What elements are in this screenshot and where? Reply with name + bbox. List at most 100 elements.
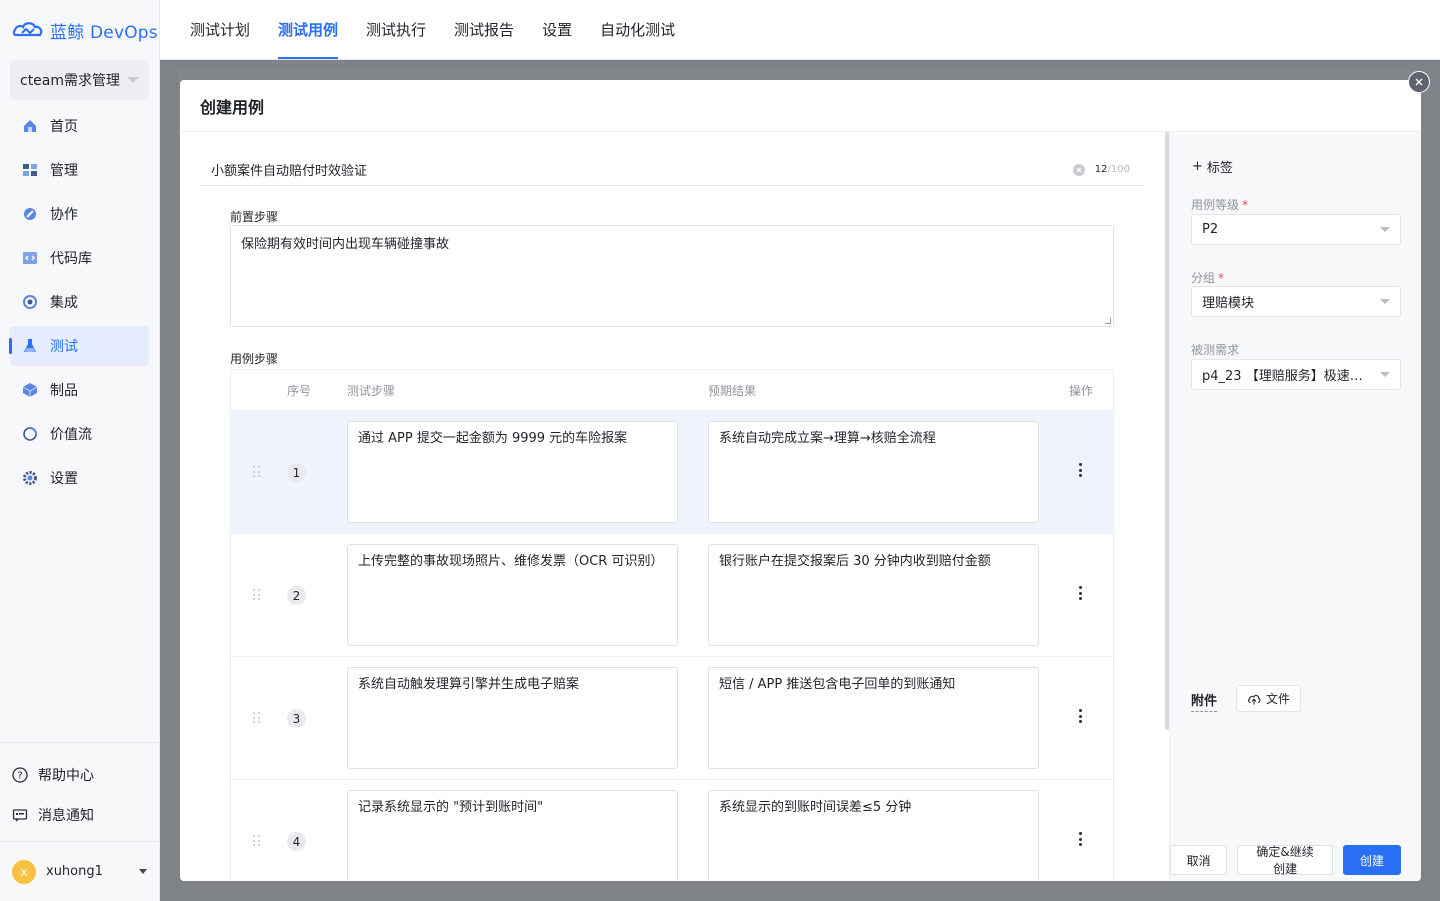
resize-handle[interactable] [1105,318,1111,324]
caret-down-icon [139,869,147,874]
sidebar-item-label: 集成 [50,295,78,311]
tab-test-cases[interactable]: 测试用例 [264,0,352,59]
char-counter: 12/100 [1095,164,1130,175]
steps-table: 序号 测试步骤 预期结果 操作 1 通过 APP 提交一起金额为 9999 元的… [230,369,1114,881]
sidebar-item-label: 制品 [50,383,78,399]
sidebar-item-collaborate[interactable]: 协作 [10,194,149,234]
clear-icon[interactable] [1072,163,1085,176]
modal-form: 小额案件自动赔付时效验证 12/100 前置步骤 保险期有效时间内出现车辆碰撞事… [180,132,1166,881]
level-select[interactable]: P2 [1191,214,1401,245]
brand-logo[interactable]: 蓝鲸 DevOps [0,0,159,60]
create-case-modal: 创建用例 小额案件自动赔付时效验证 12/100 前置步骤 保险期有效时间内出现… [180,80,1421,881]
sidebar-item-code-repo[interactable]: 代码库 [10,238,149,278]
create-button[interactable]: 创建 [1342,845,1401,875]
expected-input[interactable]: 系统显示的到账时间误差≤5 分钟 [708,790,1039,881]
column-step: 测试步骤 [347,383,396,398]
close-icon [1415,78,1423,86]
svg-text:?: ? [17,771,22,782]
requirement-select[interactable]: p4_23 【理赔服务】极速赔… [1191,359,1401,390]
drag-handle-icon[interactable] [253,466,261,478]
gear-icon [23,471,37,485]
notifications-label: 消息通知 [38,808,94,824]
step-input[interactable]: 通过 APP 提交一起金额为 9999 元的车险报案 [347,421,678,523]
drag-handle-icon[interactable] [253,835,261,847]
requirement-label: 被测需求 [1191,343,1240,357]
step-input[interactable]: 上传完整的事故现场照片、维修发票（OCR 可识别） [347,544,678,646]
sidebar-footer: ? 帮助中心 消息通知 x xuhong1 [0,742,159,901]
cloud-upload-icon [1248,694,1261,704]
help-center-label: 帮助中心 [38,768,94,784]
more-actions-icon[interactable] [1077,832,1083,846]
chevron-down-icon [1380,299,1390,304]
sidebar-item-home[interactable]: 首页 [10,106,149,146]
top-tabs: 测试计划 测试用例 测试执行 测试报告 设置 自动化测试 [160,0,1440,60]
sidebar-item-integration[interactable]: 集成 [10,282,149,322]
avatar: x [12,859,36,884]
devops-logo-icon [12,22,43,37]
sidebar-item-manage[interactable]: 管理 [10,150,149,190]
sidebar: 蓝鲸 DevOps cteam需求管理 首页 管理 协作 代码库 集成 测试 制… [0,0,160,901]
more-actions-icon[interactable] [1077,586,1083,600]
chevron-down-icon [1380,372,1390,377]
drag-handle-icon[interactable] [253,712,261,724]
chevron-down-icon [127,77,139,83]
cancel-button[interactable]: 取消 [1170,845,1228,875]
confirm-continue-button[interactable]: 确定&继续创建 [1237,845,1333,876]
tab-test-plan[interactable]: 测试计划 [190,0,264,59]
tab-test-execution[interactable]: 测试执行 [352,0,440,59]
manage-icon [23,164,37,176]
sidebar-nav: 首页 管理 协作 代码库 集成 测试 制品 价值流 设置 [0,106,159,498]
modal-title: 创建用例 [180,80,1421,132]
sidebar-item-value-stream[interactable]: 价值流 [10,414,149,454]
close-modal-button[interactable] [1408,71,1430,93]
collaborate-icon [24,208,36,220]
case-title-value: 小额案件自动赔付时效验证 [211,164,368,179]
expected-input[interactable]: 短信 / APP 推送包含电子回单的到账通知 [708,667,1039,769]
sidebar-item-settings[interactable]: 设置 [10,458,149,498]
step-input[interactable]: 记录系统显示的 "预计到账时间" [347,790,678,881]
tab-settings[interactable]: 设置 [528,0,586,59]
tab-test-report[interactable]: 测试报告 [440,0,528,59]
user-menu[interactable]: x xuhong1 [0,841,159,901]
case-properties-panel: + 标签 用例等级 * P2 分组 * 理赔模块 被测需求 p4_23 【理赔服务】… [1169,132,1421,881]
case-title-input[interactable]: 小额案件自动赔付时效验证 12/100 [200,154,1144,186]
step-input[interactable]: 系统自动触发理算引擎并生成电子赔案 [347,667,678,769]
level-value: P2 [1202,222,1219,237]
drag-handle-icon[interactable] [253,589,261,601]
precondition-label: 前置步骤 [230,210,279,224]
chevron-down-icon [1380,227,1390,232]
help-center-link[interactable]: ? 帮助中心 [0,755,159,795]
more-actions-icon[interactable] [1077,709,1083,723]
expected-input[interactable]: 银行账户在提交报案后 30 分钟内收到赔付金额 [708,544,1039,646]
flask-icon [24,339,36,352]
sidebar-item-artifact[interactable]: 制品 [10,370,149,410]
step-row: 2 上传完整的事故现场照片、维修发票（OCR 可识别） 银行账户在提交报案后 3… [231,534,1113,657]
steps-table-header: 序号 测试步骤 预期结果 操作 [231,370,1113,411]
add-tag-button[interactable]: + 标签 [1192,154,1233,178]
group-select[interactable]: 理赔模块 [1191,286,1401,317]
char-max: /100 [1107,164,1130,175]
sidebar-item-label: 价值流 [50,427,92,443]
step-number: 4 [287,832,306,851]
step-row: 3 系统自动触发理算引擎并生成电子赔案 短信 / APP 推送包含电子回单的到账… [231,657,1113,780]
precondition-textarea[interactable]: 保险期有效时间内出现车辆碰撞事故 [230,225,1114,327]
modal-footer: 取消 确定&继续创建 创建 [1170,845,1401,876]
step-number: 1 [287,463,306,482]
tab-automation[interactable]: 自动化测试 [586,0,689,59]
upload-file-button[interactable]: 文件 [1236,685,1301,712]
precondition-value: 保险期有效时间内出现车辆碰撞事故 [241,237,450,252]
sidebar-item-test[interactable]: 测试 [9,326,149,366]
notifications-link[interactable]: 消息通知 [0,795,159,835]
expected-input[interactable]: 系统自动完成立案→理算→核赔全流程 [708,421,1039,523]
brand-name: 蓝鲸 DevOps [50,22,158,43]
username: xuhong1 [46,864,103,879]
sidebar-item-label: 测试 [50,339,78,355]
project-selector[interactable]: cteam需求管理 [10,60,149,100]
sidebar-item-label: 设置 [50,471,78,487]
attachment-label: 附件 [1191,690,1218,712]
home-icon [24,120,36,132]
more-actions-icon[interactable] [1077,463,1083,477]
sidebar-item-label: 管理 [50,163,78,179]
group-label: 分组 * [1191,271,1225,285]
integration-icon [23,295,37,309]
